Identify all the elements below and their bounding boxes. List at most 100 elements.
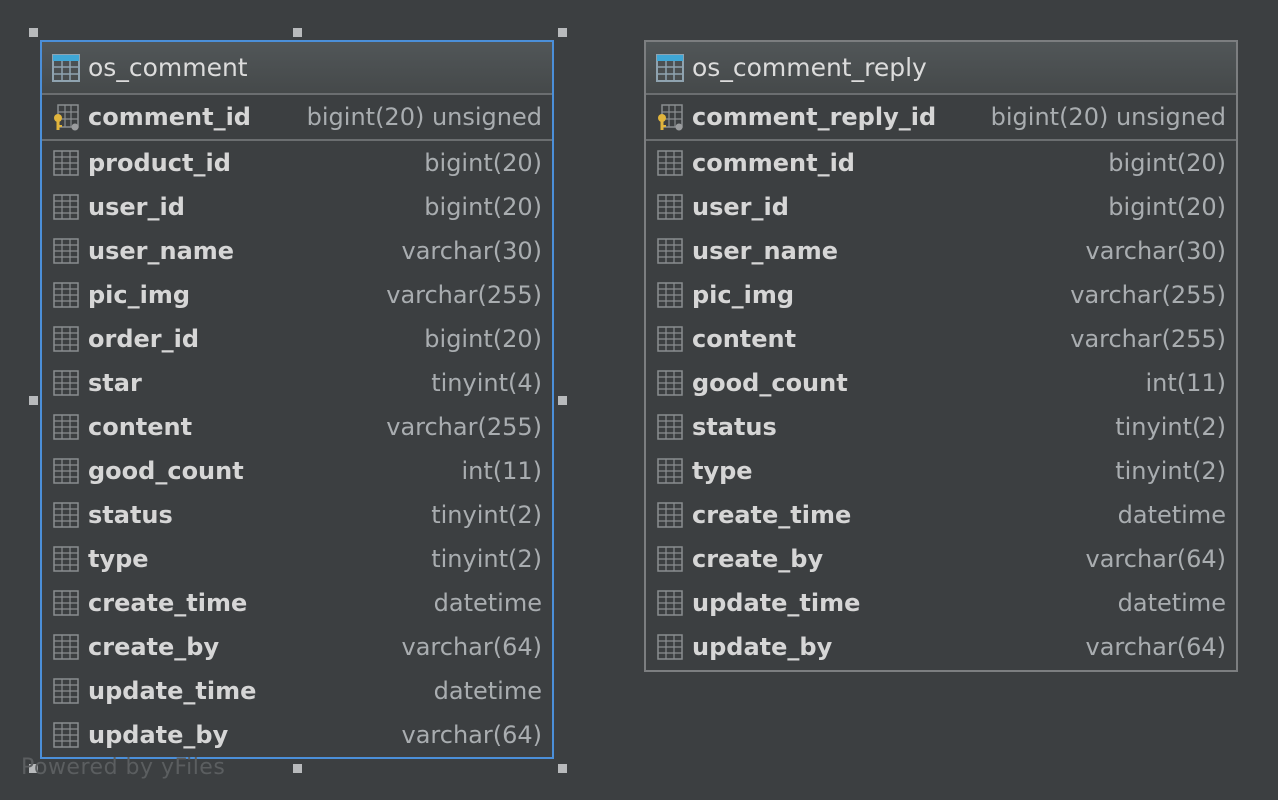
column-row[interactable]: create_by varchar(64) [646, 537, 1236, 581]
column-type: varchar(64) [401, 633, 543, 661]
column-row[interactable]: pic_img varchar(255) [42, 273, 552, 317]
column-icon [657, 634, 683, 660]
column-row[interactable]: update_by varchar(64) [42, 713, 552, 757]
column-row[interactable]: create_time datetime [646, 493, 1236, 537]
column-type: datetime [433, 677, 542, 705]
column-row-primary-key[interactable]: comment_reply_id bigint(20) unsigned [646, 95, 1236, 139]
column-name: create_by [692, 545, 824, 573]
column-icon [657, 414, 683, 440]
column-type: bigint(20) [424, 193, 542, 221]
resize-handle-top-right[interactable] [558, 28, 567, 37]
column-row[interactable]: update_time datetime [42, 669, 552, 713]
column-row[interactable]: status tinyint(2) [646, 405, 1236, 449]
column-icon [657, 458, 683, 484]
column-type: varchar(255) [1070, 281, 1226, 309]
column-icon [53, 282, 79, 308]
resize-handle-right[interactable] [558, 396, 567, 405]
column-icon [53, 590, 79, 616]
column-icon [657, 282, 683, 308]
column-icon [53, 546, 79, 572]
resize-handle-top-left[interactable] [29, 28, 38, 37]
column-type: varchar(30) [401, 237, 543, 265]
column-type: tinyint(2) [431, 501, 542, 529]
column-type: tinyint(4) [431, 369, 542, 397]
primary-key-icon [658, 104, 683, 131]
column-icon [657, 150, 683, 176]
column-row[interactable]: update_by varchar(64) [646, 625, 1236, 669]
column-type: varchar(64) [1085, 633, 1227, 661]
column-name: star [88, 369, 142, 397]
column-name: pic_img [88, 281, 191, 309]
column-row[interactable]: type tinyint(2) [646, 449, 1236, 493]
column-row[interactable]: star tinyint(4) [42, 361, 552, 405]
resize-handle-left[interactable] [29, 396, 38, 405]
column-type: varchar(255) [386, 413, 542, 441]
table-title: os_comment_reply [692, 53, 927, 82]
column-name: create_by [88, 633, 220, 661]
column-row[interactable]: pic_img varchar(255) [646, 273, 1236, 317]
column-type: bigint(20) [424, 325, 542, 353]
column-row-primary-key[interactable]: comment_id bigint(20) unsigned [42, 95, 552, 139]
column-icon [53, 326, 79, 352]
watermark: Powered by yFiles [21, 755, 226, 780]
column-name: create_time [692, 501, 852, 529]
column-row[interactable]: order_id bigint(20) [42, 317, 552, 361]
column-name: pic_img [692, 281, 795, 309]
column-row[interactable]: comment_id bigint(20) [646, 141, 1236, 185]
column-icon [53, 150, 79, 176]
primary-key-icon [54, 104, 79, 131]
column-type: tinyint(2) [431, 545, 542, 573]
column-icon [53, 414, 79, 440]
entity-os-comment[interactable]: os_comment comment_id bigint(20) unsigne… [40, 40, 554, 759]
resize-handle-bottom-right[interactable] [558, 764, 567, 773]
column-list: product_id bigint(20) user_id bigint(20) use… [42, 141, 552, 757]
column-type: bigint(20) [1108, 193, 1226, 221]
column-name: content [88, 413, 193, 441]
column-name: update_by [692, 633, 833, 661]
column-type: bigint(20) [1108, 149, 1226, 177]
column-icon [657, 546, 683, 572]
resize-handle-top[interactable] [293, 28, 302, 37]
column-list: comment_id bigint(20) user_id bigint(20) use… [646, 141, 1236, 669]
column-name: good_count [692, 369, 848, 397]
column-icon [53, 722, 79, 748]
column-row[interactable]: user_name varchar(30) [646, 229, 1236, 273]
column-row[interactable]: type tinyint(2) [42, 537, 552, 581]
column-row[interactable]: user_id bigint(20) [42, 185, 552, 229]
column-type: tinyint(2) [1115, 457, 1226, 485]
column-icon [657, 370, 683, 396]
column-name: comment_id [692, 149, 855, 177]
column-type: int(11) [461, 457, 542, 485]
column-row[interactable]: update_time datetime [646, 581, 1236, 625]
column-row[interactable]: product_id bigint(20) [42, 141, 552, 185]
primary-key-section: comment_id bigint(20) unsigned [42, 95, 552, 141]
entity-header: os_comment [42, 42, 552, 95]
column-name: update_time [692, 589, 861, 617]
column-icon [53, 678, 79, 704]
resize-handle-bottom[interactable] [293, 764, 302, 773]
column-icon [657, 502, 683, 528]
column-row[interactable]: good_count int(11) [42, 449, 552, 493]
column-row[interactable]: create_time datetime [42, 581, 552, 625]
column-type: varchar(64) [1085, 545, 1227, 573]
column-name: comment_id [88, 103, 251, 131]
column-name: order_id [88, 325, 200, 353]
column-type: varchar(64) [401, 721, 543, 749]
column-name: type [88, 545, 149, 573]
column-row[interactable]: create_by varchar(64) [42, 625, 552, 669]
column-name: status [692, 413, 777, 441]
column-name: update_time [88, 677, 257, 705]
entity-os-comment-reply[interactable]: os_comment_reply comment_reply_id bigint… [644, 40, 1238, 672]
column-row[interactable]: user_id bigint(20) [646, 185, 1236, 229]
column-row[interactable]: user_name varchar(30) [42, 229, 552, 273]
column-name: create_time [88, 589, 248, 617]
column-type: bigint(20) unsigned [306, 103, 542, 131]
column-icon [53, 238, 79, 264]
column-row[interactable]: content varchar(255) [42, 405, 552, 449]
column-icon [53, 634, 79, 660]
column-row[interactable]: status tinyint(2) [42, 493, 552, 537]
column-row[interactable]: good_count int(11) [646, 361, 1236, 405]
column-name: user_name [88, 237, 235, 265]
column-icon [53, 370, 79, 396]
column-row[interactable]: content varchar(255) [646, 317, 1236, 361]
